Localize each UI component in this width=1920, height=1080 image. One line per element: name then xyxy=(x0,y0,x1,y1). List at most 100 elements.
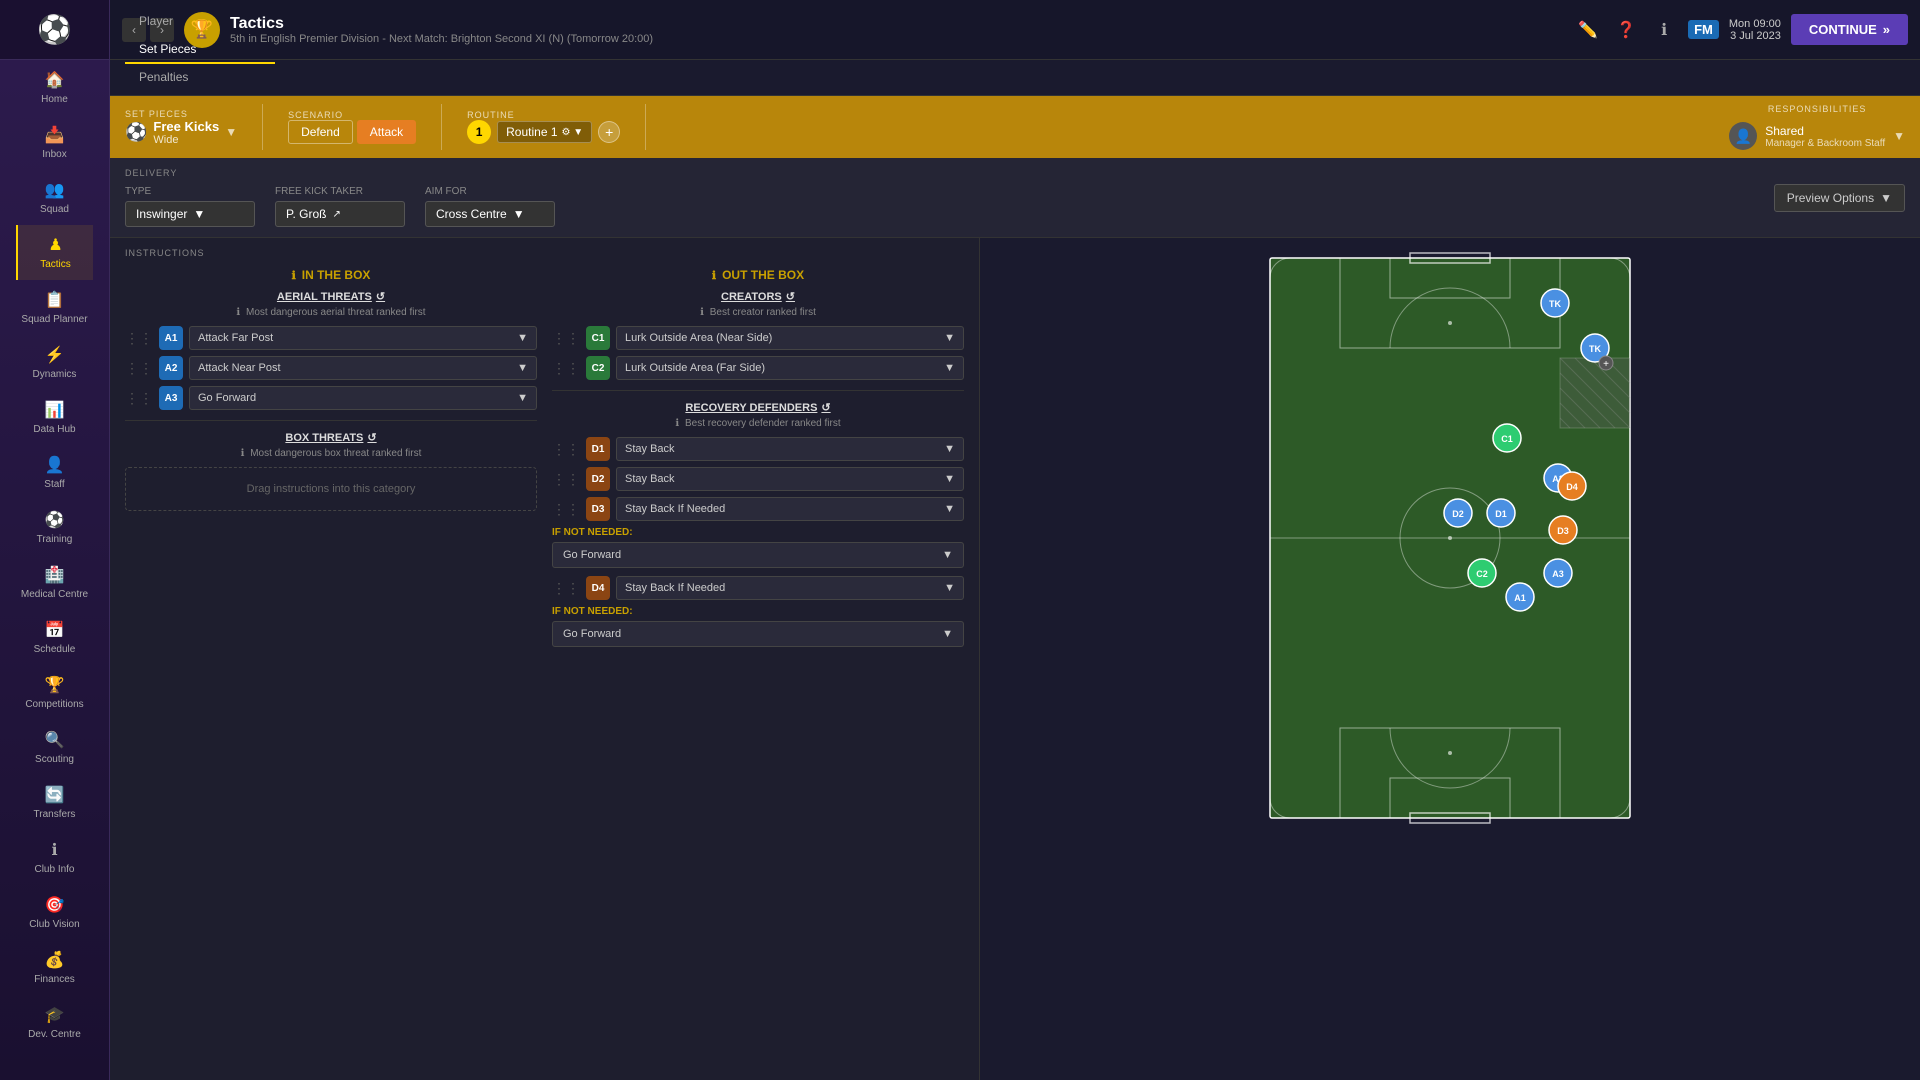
tab-overview[interactable]: Overview xyxy=(125,0,275,8)
defend-button[interactable]: Defend xyxy=(288,120,353,144)
svg-text:TK: TK xyxy=(1589,344,1601,354)
svg-text:D1: D1 xyxy=(1495,509,1507,519)
sidebar-item-club-vision[interactable]: 🎯Club Vision xyxy=(16,885,93,940)
drag-handle[interactable]: ⋮⋮ xyxy=(552,441,580,458)
add-routine-button[interactable]: + xyxy=(598,121,620,143)
taker-select[interactable]: P. Groß ↗ xyxy=(275,201,405,227)
sidebar-item-transfers[interactable]: 🔄Transfers xyxy=(16,775,93,830)
aerial-select-a2[interactable]: Attack Near Post ▼ xyxy=(189,356,537,380)
attack-button[interactable]: Attack xyxy=(357,120,416,144)
preview-options-button[interactable]: Preview Options ▼ xyxy=(1774,184,1905,212)
drag-handle[interactable]: ⋮⋮ xyxy=(552,471,580,488)
responsibility-avatar: 👤 xyxy=(1729,122,1757,150)
recovery-row-d1: ⋮⋮ D1 Stay Back ▼ xyxy=(552,437,964,461)
shared-sub: Manager & Backroom Staff xyxy=(1765,138,1885,149)
tab-penalties[interactable]: Penalties xyxy=(125,64,275,92)
sidebar-item-inbox[interactable]: 📥Inbox xyxy=(16,115,93,170)
tab-set-pieces[interactable]: Set Pieces xyxy=(125,36,275,64)
home-icon: 🏠 xyxy=(45,70,65,90)
sidebar-item-scouting[interactable]: 🔍Scouting xyxy=(16,720,93,775)
box-refresh-icon[interactable]: ↺ xyxy=(367,431,376,444)
sidebar: ⚽ 🏠Home📥Inbox👥Squad♟Tactics📋Squad Planne… xyxy=(0,0,110,1080)
fm-badge: FM xyxy=(1688,20,1719,39)
instructions-label: INSTRUCTIONS xyxy=(125,248,964,258)
club-vision-icon: 🎯 xyxy=(45,895,65,915)
svg-text:A3: A3 xyxy=(1552,569,1564,579)
help-icon[interactable]: ❓ xyxy=(1612,16,1640,44)
aerial-refresh-icon[interactable]: ↺ xyxy=(376,290,385,303)
sidebar-item-dev-centre[interactable]: 🎓Dev. Centre xyxy=(16,995,93,1050)
aerial-select-a3[interactable]: Go Forward ▼ xyxy=(189,386,537,410)
pitch-view: TKC1A2D4D3D1D2C2A3A1TK+ xyxy=(980,238,1920,1080)
responsibility-dropdown[interactable]: ▼ xyxy=(1893,129,1905,143)
aerial-row-a1: ⋮⋮ A1 Attack Far Post ▼ xyxy=(125,326,537,350)
responsibilities-label: RESPONSIBILITIES xyxy=(1768,104,1867,114)
recovery-select-d1[interactable]: Stay Back ▼ xyxy=(616,437,964,461)
drag-handle[interactable]: ⋮⋮ xyxy=(552,360,580,377)
sidebar-item-finances[interactable]: 💰Finances xyxy=(16,940,93,995)
sidebar-item-squad-planner[interactable]: 📋Squad Planner xyxy=(16,280,93,335)
svg-text:C2: C2 xyxy=(1476,569,1488,579)
pitch-player-c1: C1 xyxy=(1493,424,1521,452)
drag-handle[interactable]: ⋮⋮ xyxy=(125,330,153,347)
pitch-player-c2: C2 xyxy=(1468,559,1496,587)
drag-handle[interactable]: ⋮⋮ xyxy=(125,390,153,407)
recovery-select-d2[interactable]: Stay Back ▼ xyxy=(616,467,964,491)
set-pieces-dropdown[interactable]: ▼ xyxy=(225,125,237,139)
sidebar-item-squad[interactable]: 👥Squad xyxy=(16,170,93,225)
set-pieces-label: SET PIECES xyxy=(125,109,237,119)
drag-handle[interactable]: ⋮⋮ xyxy=(552,330,580,347)
pitch-container: TKC1A2D4D3D1D2C2A3A1TK+ xyxy=(1260,248,1640,831)
sidebar-item-schedule[interactable]: 📅Schedule xyxy=(16,610,93,665)
type-select[interactable]: Inswinger ▼ xyxy=(125,201,255,227)
sidebar-item-competitions[interactable]: 🏆Competitions xyxy=(16,665,93,720)
badge-c2: C2 xyxy=(586,356,610,380)
routine-select[interactable]: Routine 1 ⚙ ▼ xyxy=(497,121,592,143)
tab-player[interactable]: Player xyxy=(125,8,275,36)
sidebar-item-club-info[interactable]: ℹClub Info xyxy=(16,830,93,885)
drag-empty-box: Drag instructions into this category xyxy=(125,467,537,511)
pitch-add-player[interactable]: + xyxy=(1599,356,1613,370)
sidebar-label-tactics: Tactics xyxy=(40,259,71,270)
sidebar-item-training[interactable]: ⚽Training xyxy=(16,500,93,555)
creator-select-c2[interactable]: Lurk Outside Area (Far Side) ▼ xyxy=(616,356,964,380)
creator-select-c1[interactable]: Lurk Outside Area (Near Side) ▼ xyxy=(616,326,964,350)
sidebar-label-finances: Finances xyxy=(34,974,75,985)
recovery-select-d4[interactable]: Stay Back If Needed ▼ xyxy=(616,576,964,600)
delivery-section: DELIVERY TYPE Inswinger ▼ FREE KICK TAKE… xyxy=(110,158,1920,238)
sidebar-item-home[interactable]: 🏠Home xyxy=(16,60,93,115)
svg-text:D3: D3 xyxy=(1557,526,1569,536)
recovery-row-d3: ⋮⋮ D3 Stay Back If Needed ▼ xyxy=(552,497,964,521)
recovery-row-d2: ⋮⋮ D2 Stay Back ▼ xyxy=(552,467,964,491)
drag-handle[interactable]: ⋮⋮ xyxy=(552,501,580,518)
recovery-select-d3[interactable]: Stay Back If Needed ▼ xyxy=(616,497,964,521)
if-not-select-d4[interactable]: Go Forward ▼ xyxy=(552,621,964,647)
sidebar-item-staff[interactable]: 👤Staff xyxy=(16,445,93,500)
topbar: ‹ › 🏆 Tactics 5th in English Premier Div… xyxy=(110,0,1920,60)
drag-handle[interactable]: ⋮⋮ xyxy=(552,580,580,597)
creators-refresh-icon[interactable]: ↺ xyxy=(786,290,795,303)
aerial-note: ℹ Most dangerous aerial threat ranked fi… xyxy=(125,307,537,318)
sidebar-item-tactics[interactable]: ♟Tactics xyxy=(16,225,93,280)
svg-text:D2: D2 xyxy=(1452,509,1464,519)
if-not-select-d3[interactable]: Go Forward ▼ xyxy=(552,542,964,568)
instructions-area: INSTRUCTIONS ℹ IN THE BOX AERIAL THREATS… xyxy=(110,238,1920,1080)
sidebar-item-dynamics[interactable]: ⚡Dynamics xyxy=(16,335,93,390)
sidebar-item-medical[interactable]: 🏥Medical Centre xyxy=(16,555,93,610)
out-the-box-column: ℹ OUT THE BOX CREATORS ↺ ℹ Best creator … xyxy=(552,268,964,655)
drag-handle[interactable]: ⋮⋮ xyxy=(125,360,153,377)
info-icon[interactable]: ℹ xyxy=(1650,16,1678,44)
aim-select[interactable]: Cross Centre ▼ xyxy=(425,201,555,227)
recovery-refresh-icon[interactable]: ↺ xyxy=(821,401,830,414)
free-kicks-label: Free Kicks xyxy=(153,119,219,134)
badge-d2: D2 xyxy=(586,467,610,491)
transfers-icon: 🔄 xyxy=(45,785,65,805)
sidebar-item-data-hub[interactable]: 📊Data Hub xyxy=(16,390,93,445)
delivery-label: DELIVERY xyxy=(125,168,555,178)
edit-icon[interactable]: ✏️ xyxy=(1574,16,1602,44)
pitch-player-d1: D1 xyxy=(1487,499,1515,527)
page-title: Tactics xyxy=(230,15,1564,33)
sidebar-label-inbox: Inbox xyxy=(42,149,66,160)
continue-button[interactable]: CONTINUE » xyxy=(1791,14,1908,45)
aerial-select-a1[interactable]: Attack Far Post ▼ xyxy=(189,326,537,350)
